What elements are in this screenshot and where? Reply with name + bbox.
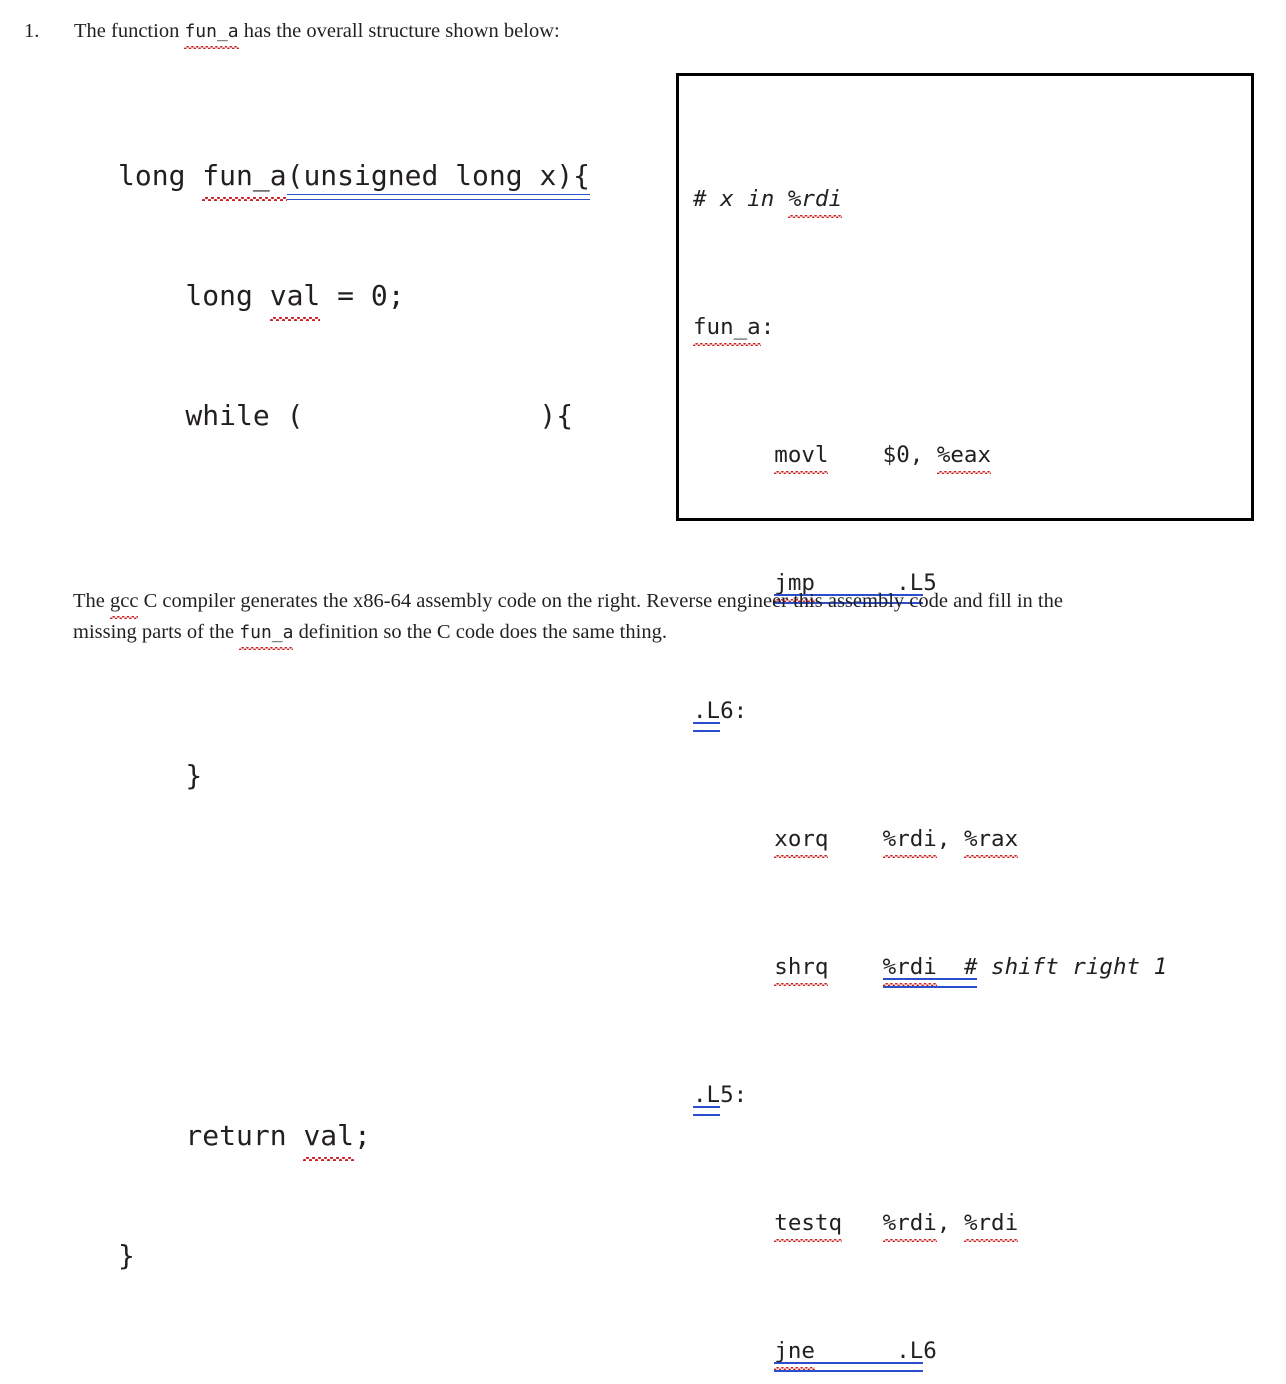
closing-part3: definition so the C code does the same t… bbox=[293, 620, 667, 643]
asm-testq-dest-register: %rdi bbox=[963, 1207, 1019, 1242]
asm-jne-group: jne .L bbox=[774, 1335, 924, 1372]
asm-jne-target-prefix: .L bbox=[896, 1338, 924, 1364]
c-code-line-7-blank bbox=[118, 876, 590, 916]
asm-xorq-dest-register: %rax bbox=[963, 823, 1019, 858]
asm-label-L6-number: 6: bbox=[720, 698, 748, 724]
asm-testq-gap bbox=[842, 1210, 883, 1236]
c-code-line-8-blank bbox=[118, 996, 590, 1036]
question-prompt-before: The function bbox=[74, 20, 185, 42]
asm-xorq-src-register: %rdi bbox=[882, 823, 938, 858]
asm-label-L6: .L6: bbox=[693, 695, 1167, 732]
asm-indent bbox=[693, 954, 774, 980]
asm-movl-imm: $0, bbox=[882, 442, 937, 468]
asm-shrq-group: %rdi # bbox=[882, 951, 978, 988]
asm-shrq-gap bbox=[828, 954, 882, 980]
asm-label-L5-number: 5: bbox=[720, 1082, 748, 1108]
asm-instruction-movl: movl $0, %eax bbox=[693, 439, 1167, 474]
asm-label-fun-a: fun_a: bbox=[693, 311, 1167, 346]
question-number: 1. bbox=[24, 20, 40, 42]
asm-shrq-comment-hash: # bbox=[963, 954, 978, 980]
asm-instruction-testq: testq %rdi, %rdi bbox=[693, 1207, 1167, 1242]
c-line1-function-name: fun_a bbox=[202, 156, 287, 202]
asm-testq-comma: , bbox=[936, 1210, 964, 1236]
asm-shrq-register: %rdi bbox=[882, 951, 938, 986]
asm-comment-text: x in bbox=[720, 186, 788, 212]
asm-shrq-mnemonic: shrq bbox=[774, 951, 829, 986]
c-code-listing: long fun_a(unsigned long x){ long val = … bbox=[118, 76, 591, 1316]
asm-testq-src-register: %rdi bbox=[882, 1207, 938, 1242]
asm-xorq-mnemonic: xorq bbox=[774, 823, 829, 858]
asm-xorq-gap bbox=[828, 826, 882, 852]
c-code-line-2: long val = 0; bbox=[118, 276, 590, 322]
asm-label-L5: .L5: bbox=[693, 1079, 1167, 1116]
assembly-code-box: # x in %rdi fun_a: movl $0, %eax jmp .L5… bbox=[676, 73, 1254, 1372]
closing-paragraph: The gcc C compiler generates the x86-64 … bbox=[73, 586, 1083, 650]
assembly-code-listing: # x in %rdi fun_a: movl $0, %eax jmp .L5… bbox=[693, 87, 1167, 1384]
question-prompt-code: fun_a bbox=[184, 17, 239, 50]
c-code-line-9-return: return val; bbox=[118, 1116, 590, 1162]
c-code-line-1: long fun_a(unsigned long x){ bbox=[118, 156, 591, 202]
c-code-line-3-while-blank: while ( ){ bbox=[118, 399, 574, 432]
asm-jne-gap bbox=[815, 1338, 896, 1364]
asm-label-L6-prefix: .L bbox=[693, 695, 721, 732]
c-code-line-4-blank bbox=[118, 516, 590, 556]
asm-comment-hash: # bbox=[693, 186, 721, 212]
asm-label-fun-a-colon: : bbox=[760, 314, 775, 340]
asm-jne-target-number: 6 bbox=[923, 1338, 937, 1364]
asm-indent bbox=[693, 1338, 774, 1364]
c-line9-semicolon: ; bbox=[354, 1119, 371, 1152]
c-line9-return-keyword: return bbox=[118, 1119, 304, 1152]
c-code-line-6-close-while: } bbox=[118, 759, 203, 792]
closing-part1: The bbox=[73, 590, 110, 612]
asm-shrq-spacer bbox=[937, 954, 964, 980]
c-line2-decl: long bbox=[118, 279, 270, 312]
asm-instruction-shrq: shrq %rdi # shift right 1 bbox=[693, 951, 1168, 988]
asm-xorq-comma: , bbox=[936, 826, 964, 852]
asm-jne-mnemonic: jne bbox=[774, 1335, 815, 1370]
asm-movl-mnemonic: movl bbox=[774, 439, 829, 474]
asm-label-fun-a-name: fun_a bbox=[693, 311, 761, 346]
asm-indent bbox=[693, 826, 774, 852]
closing-fun-a: fun_a bbox=[239, 618, 294, 650]
c-line2-init: = 0; bbox=[320, 279, 405, 312]
c-line9-variable: val bbox=[303, 1116, 354, 1162]
asm-movl-dest-register: %eax bbox=[936, 439, 992, 474]
question-item: 1. The function fun_a has the overall st… bbox=[24, 16, 560, 50]
c-line1-signature-rest: (unsigned long x){ bbox=[286, 156, 591, 200]
c-code-line-10-close-function: } bbox=[118, 1239, 135, 1272]
asm-movl-gap bbox=[828, 442, 882, 468]
asm-instruction-jne: jne .L6 bbox=[693, 1335, 1167, 1372]
asm-indent bbox=[693, 1210, 774, 1236]
question-prompt-after: has the overall structure shown below: bbox=[238, 20, 560, 42]
asm-shrq-comment-text: shift right 1 bbox=[977, 954, 1168, 980]
asm-testq-mnemonic: testq bbox=[774, 1207, 842, 1242]
asm-instruction-xorq: xorq %rdi, %rax bbox=[693, 823, 1167, 858]
c-line2-variable: val bbox=[269, 276, 320, 322]
asm-comment-register: %rdi bbox=[787, 183, 843, 218]
asm-comment-header: # x in %rdi bbox=[693, 183, 1167, 218]
asm-label-L5-prefix: .L bbox=[693, 1079, 721, 1116]
c-line1-keyword: long bbox=[118, 159, 203, 192]
closing-gcc: gcc bbox=[110, 586, 139, 619]
question-prompt: The function fun_a has the overall struc… bbox=[74, 16, 560, 50]
asm-indent bbox=[693, 442, 774, 468]
